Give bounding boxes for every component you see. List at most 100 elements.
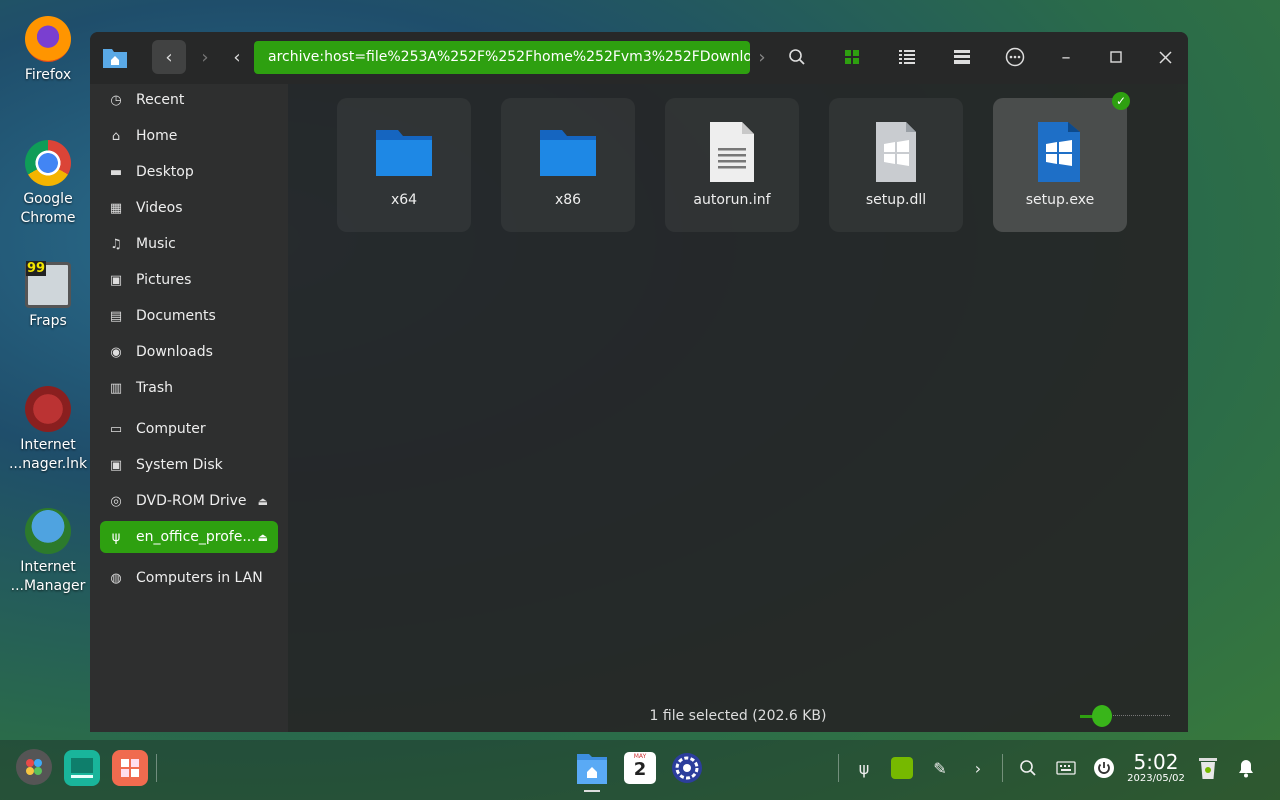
- file-manager-taskbar-button[interactable]: [574, 750, 610, 786]
- sidebar-item-label: Downloads: [136, 344, 213, 360]
- taskbar-separator: [838, 754, 839, 782]
- file-grid: x64 x86 autorun.inf setup.dll setup.exe …: [288, 84, 1188, 732]
- nvidia-tray-button[interactable]: [888, 754, 916, 782]
- sidebar-item-label: Pictures: [136, 272, 192, 288]
- minimize-button[interactable]: –: [1049, 40, 1083, 74]
- sidebar-item-label: Computer: [136, 421, 206, 437]
- sidebar-item-label: Documents: [136, 308, 216, 324]
- launcher-icon: [26, 759, 42, 775]
- sidebar-item-label: Desktop: [136, 164, 194, 180]
- file-item-setup-dll[interactable]: setup.dll: [829, 98, 963, 232]
- sidebar-item-desktop[interactable]: ▬ Desktop: [100, 156, 278, 188]
- titlebar: ‹ › ‹ archive:host=file%253A%252F%252Fho…: [90, 32, 1188, 84]
- sidebar-item-downloads[interactable]: ◉ Downloads: [100, 336, 278, 368]
- sidebar-item-music[interactable]: ♫ Music: [100, 228, 278, 260]
- sidebar-item-label: en_office_profe...: [136, 529, 256, 545]
- color-picker-tray-button[interactable]: ✎: [926, 754, 954, 782]
- notification-button[interactable]: [1232, 754, 1260, 782]
- taskbar-separator: [1002, 754, 1003, 782]
- nvidia-icon: [891, 757, 913, 779]
- firefox-icon: [25, 16, 71, 62]
- desktop-icon-label: Internet ...Manager: [10, 559, 86, 594]
- icon-view-button[interactable]: [835, 40, 869, 74]
- eject-icon[interactable]: ⏏: [258, 495, 268, 508]
- app-store-button[interactable]: [112, 750, 148, 786]
- close-button[interactable]: [1148, 40, 1182, 74]
- desktop-icon-label: Google Chrome: [20, 191, 76, 226]
- clock-time[interactable]: 5:02: [1128, 750, 1184, 774]
- app-logo-icon: [98, 40, 132, 74]
- search-tray-button[interactable]: [1014, 754, 1042, 782]
- download-icon: ◉: [110, 344, 122, 360]
- power-button[interactable]: [1090, 754, 1118, 782]
- search-button[interactable]: [780, 40, 814, 74]
- eject-icon[interactable]: ⏏: [258, 531, 268, 544]
- dll-file-icon: [876, 122, 916, 182]
- file-name: autorun.inf: [693, 192, 771, 208]
- trash-icon: [1199, 758, 1217, 779]
- status-bar: 1 file selected (202.6 KB): [649, 708, 827, 724]
- power-icon: [1094, 758, 1114, 778]
- calendar-button[interactable]: MAY 2: [622, 750, 658, 786]
- file-item-x86[interactable]: x86: [501, 98, 635, 232]
- file-item-setup-exe[interactable]: setup.exe: [993, 98, 1127, 232]
- sidebar-item-pictures[interactable]: ▣ Pictures: [100, 264, 278, 296]
- multitasking-button[interactable]: [64, 750, 100, 786]
- sidebar-item-trash[interactable]: ▥ Trash: [100, 372, 278, 404]
- address-next-button[interactable]: ›: [750, 40, 774, 74]
- more-options-button[interactable]: [998, 40, 1032, 74]
- keyboard-tray-button[interactable]: [1052, 754, 1080, 782]
- sidebar-item-dvd-rom[interactable]: ◎ DVD-ROM Drive ⏏: [100, 485, 278, 517]
- clock-date[interactable]: 2023/05/02: [1122, 773, 1190, 784]
- sidebar-item-recent[interactable]: ◷ Recent: [100, 84, 278, 116]
- file-name: setup.dll: [865, 192, 927, 208]
- settings-button[interactable]: [669, 750, 705, 786]
- file-manager-window: ‹ › ‹ archive:host=file%253A%252F%252Fho…: [90, 32, 1188, 732]
- music-icon: ♫: [110, 236, 122, 252]
- search-icon: [789, 49, 805, 65]
- address-bar[interactable]: archive:host=file%253A%252F%252Fhome%252…: [254, 41, 750, 74]
- usb-icon: ψ: [111, 529, 121, 545]
- maximize-button[interactable]: [1099, 40, 1133, 74]
- address-prev-button[interactable]: ‹: [222, 40, 252, 74]
- desktop-icon-internet-manager[interactable]: Internet ...Manager: [2, 508, 94, 596]
- fraps-icon: 99: [25, 261, 71, 308]
- home-icon: ⌂: [111, 128, 121, 144]
- zoom-slider-handle[interactable]: [1092, 705, 1112, 727]
- folder-icon: [376, 130, 432, 176]
- sidebar-item-home[interactable]: ⌂ Home: [100, 120, 278, 152]
- taskbar: MAY 2 ψ ✎ › 5:02 2023/05/02: [0, 740, 1280, 800]
- sidebar-item-computers-in-lan[interactable]: ◍ Computers in LAN: [100, 562, 278, 594]
- more-icon: [1005, 47, 1025, 67]
- sidebar-item-label: Computers in LAN: [136, 570, 263, 586]
- sidebar-item-documents[interactable]: ▤ Documents: [100, 300, 278, 332]
- detail-view-button[interactable]: [945, 40, 979, 74]
- disk-icon: ▣: [109, 457, 123, 473]
- forward-button[interactable]: ›: [188, 40, 222, 74]
- app-store-icon: [121, 759, 139, 777]
- columns-icon: [954, 50, 970, 64]
- desktop-icon-label: Internet ...nager.lnk: [8, 437, 88, 472]
- sidebar-item-computer[interactable]: ▭ Computer: [100, 413, 278, 445]
- folder-icon: [540, 130, 596, 176]
- multitasking-icon: [71, 758, 93, 778]
- file-item-autorun[interactable]: autorun.inf: [665, 98, 799, 232]
- desktop-icon-fraps[interactable]: 99 Fraps: [2, 261, 94, 331]
- sidebar-item-usb-drive[interactable]: ψ en_office_profe... ⏏: [100, 521, 278, 553]
- file-name: x86: [554, 192, 582, 208]
- sidebar-item-system-disk[interactable]: ▣ System Disk: [100, 449, 278, 481]
- list-view-button[interactable]: [890, 40, 924, 74]
- sidebar-item-videos[interactable]: ▦ Videos: [100, 192, 278, 224]
- desktop-icon-internet-manager-lnk[interactable]: Internet ...nager.lnk: [2, 386, 94, 474]
- usb-tray-button[interactable]: ψ: [850, 754, 878, 782]
- desktop-icon-label: Fraps: [29, 313, 67, 329]
- desktop-icon-firefox[interactable]: Firefox: [2, 16, 94, 85]
- trash-tray-button[interactable]: [1194, 754, 1222, 782]
- taskbar-separator: [156, 754, 157, 782]
- file-name: x64: [390, 192, 418, 208]
- file-item-x64[interactable]: x64: [337, 98, 471, 232]
- desktop-icon-chrome[interactable]: Google Chrome: [2, 140, 94, 228]
- launcher-button[interactable]: [16, 749, 52, 785]
- expand-tray-button[interactable]: ›: [964, 754, 992, 782]
- back-button[interactable]: ‹: [152, 40, 186, 74]
